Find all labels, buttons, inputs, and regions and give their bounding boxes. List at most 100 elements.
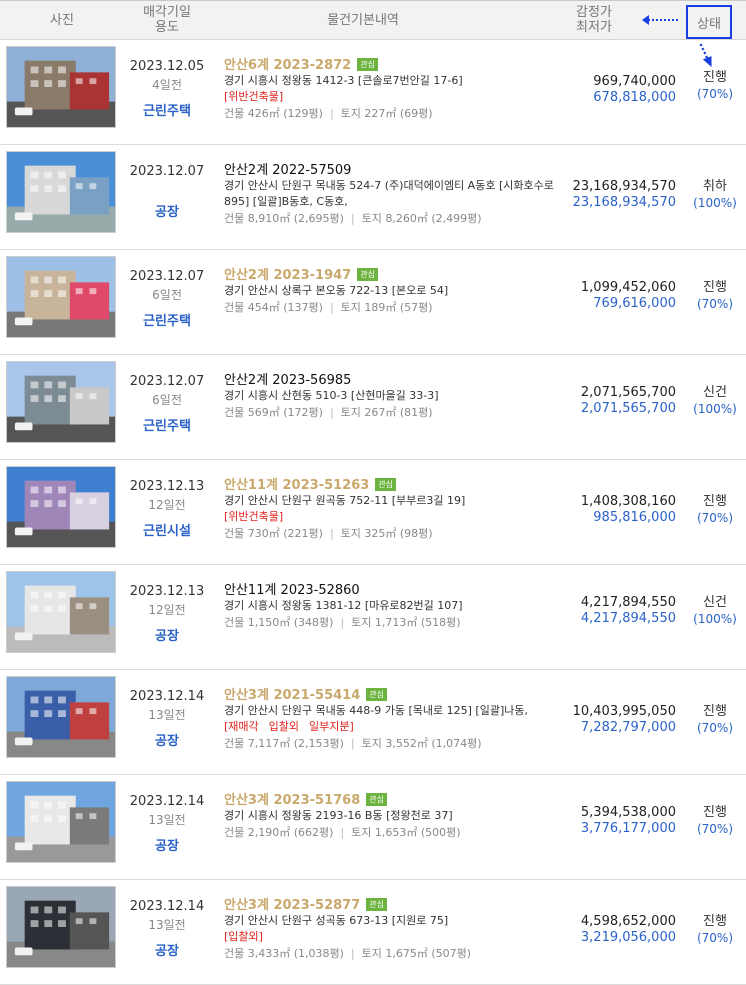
appraisal-price: 1,099,452,060 — [580, 280, 676, 295]
status-block: 진행 (70%) — [686, 805, 744, 837]
land-area: 토지 267㎡ (81평) — [340, 406, 433, 419]
status-percent: (70%) — [696, 931, 734, 945]
case-number-link[interactable]: 안산2계 2023-1947 — [224, 268, 351, 283]
table-header: 사진 매각기일 용도 물건기본내역 감정가 최저가 상태 — [0, 0, 746, 40]
property-photo[interactable] — [6, 256, 116, 338]
header-date-use: 매각기일 용도 — [124, 5, 210, 35]
property-photo[interactable] — [6, 151, 116, 233]
divider: | — [329, 527, 334, 540]
auction-row[interactable]: 2023.12.05 4일전 근린주택 안산6계 2023-2872 관심 경기 … — [0, 40, 746, 145]
auction-row[interactable]: 2023.12.14 13일전 공장 안산3계 2023-51768 관심 경기 … — [0, 775, 746, 880]
address-line: 경기 안산시 단원구 목내동 524-7 (주)대덕에이엠티 A동호 [시화호수… — [224, 179, 554, 192]
property-desc: 안산11계 2023-51263 관심 경기 안산시 단원구 원곡동 752-11… — [224, 474, 569, 543]
days-ago: 4일전 — [152, 78, 182, 92]
property-photo[interactable] — [6, 886, 116, 968]
auction-row[interactable]: 2023.12.13 12일전 근린시설 안산11계 2023-51263 관심 … — [0, 460, 746, 565]
property-use: 공장 — [155, 629, 179, 644]
property-photo[interactable] — [6, 571, 116, 653]
address: 경기 시흥시 산현동 510-3 [산현마을길 33-3] — [224, 388, 569, 404]
divider: | — [350, 212, 355, 225]
property-photo[interactable] — [6, 361, 116, 443]
minimum-price: 3,219,056,000 — [580, 930, 676, 945]
divider: | — [350, 947, 355, 960]
auction-row[interactable]: 2023.12.07 공장 안산2계 2022-57509 경기 안산시 단원구… — [0, 145, 746, 250]
status-percent: (100%) — [693, 402, 737, 416]
price-block: 4,217,894,550 4,217,894,550 — [581, 595, 676, 627]
appraisal-price: 4,598,652,000 — [580, 914, 676, 929]
warning-tag: [위반건축물] — [224, 90, 284, 103]
address-line: 경기 안산시 상록구 본오동 722-13 [본오로 54] — [224, 284, 449, 297]
area-info: 건물 3,433㎡ (1,038평) | 토지 1,675㎡ (507평) — [224, 945, 569, 963]
property-use: 공장 — [155, 734, 179, 749]
warning-tag: 일부지분] — [309, 720, 354, 733]
auction-row[interactable]: 2023.12.14 13일전 공장 안산3계 2021-55414 관심 경기 … — [0, 670, 746, 775]
header-status-highlight[interactable]: 상태 — [686, 5, 732, 39]
appraisal-price: 969,740,000 — [593, 74, 676, 89]
minimum-price: 23,168,934,570 — [572, 195, 676, 210]
status-label: 진행 — [703, 704, 727, 719]
land-area: 토지 227㎡ (69평) — [340, 107, 433, 120]
status-block: 신건 (100%) — [686, 385, 744, 417]
price-block: 10,403,995,050 7,282,797,000 — [573, 704, 676, 736]
property-photo[interactable] — [6, 46, 116, 128]
status-block: 진행 (70%) — [686, 494, 744, 526]
auction-list: 2023.12.05 4일전 근린주택 안산6계 2023-2872 관심 경기 … — [0, 40, 746, 985]
days-ago: 12일전 — [148, 498, 186, 512]
property-photo[interactable] — [6, 676, 116, 758]
warning-tags: [재매각 입찰외 일부지분] — [224, 719, 569, 735]
building-area: 건물 730㎡ (221평) — [224, 527, 323, 540]
interest-badge: 관심 — [375, 478, 397, 491]
auction-row[interactable]: 2023.12.07 6일전 근린주택 안산2계 2023-1947 관심 경기 … — [0, 250, 746, 355]
case-number-link[interactable]: 안산11계 2023-51263 — [224, 478, 369, 493]
photo-image — [7, 677, 115, 757]
address: 경기 안산시 단원구 목내동 448-9 가동 [목내로 125] [일괄]나동… — [224, 703, 569, 719]
warning-tags: [위반건축물] — [224, 89, 569, 105]
status-label: 신건 — [703, 595, 727, 610]
property-desc: 안산3계 2021-55414 관심 경기 안산시 단원구 목내동 448-9 가… — [224, 684, 569, 753]
warning-tag: 입찰외 — [268, 720, 300, 733]
photo-image — [7, 887, 115, 967]
minimum-price: 678,818,000 — [593, 90, 676, 105]
price-block: 23,168,934,570 23,168,934,570 — [573, 179, 676, 211]
building-area: 건물 8,910㎡ (2,695평) — [224, 212, 344, 225]
header-appraisal-label: 감정가 — [576, 5, 612, 20]
auction-row[interactable]: 2023.12.13 12일전 공장 안산11계 2023-52860 경기 시… — [0, 565, 746, 670]
days-ago: 13일전 — [148, 708, 186, 722]
status-percent: (70%) — [696, 721, 734, 735]
property-desc: 안산3계 2023-52877 관심 경기 안산시 단원구 성곡동 673-13 … — [224, 894, 569, 963]
case-number-link[interactable]: 안산3계 2023-52877 — [224, 898, 360, 913]
case-number-link[interactable]: 안산2계 2023-56985 — [224, 373, 351, 388]
case-number-link[interactable]: 안산3계 2023-51768 — [224, 793, 360, 808]
photo-image — [7, 152, 115, 232]
photo-image — [7, 362, 115, 442]
auction-row[interactable]: 2023.12.14 13일전 공장 안산3계 2023-52877 관심 경기 … — [0, 880, 746, 985]
status-label: 진행 — [703, 805, 727, 820]
auction-row[interactable]: 2023.12.07 6일전 근린주택 안산2계 2023-56985 경기 시… — [0, 355, 746, 460]
address-line: 경기 안산시 단원구 성곡동 673-13 [지원로 75] — [224, 914, 449, 927]
price-block: 2,071,565,700 2,071,565,700 — [581, 385, 676, 417]
case-number-link[interactable]: 안산2계 2022-57509 — [224, 163, 351, 178]
property-photo[interactable] — [6, 466, 116, 548]
sale-date: 2023.12.07 — [129, 374, 205, 389]
property-photo[interactable] — [6, 781, 116, 863]
address: 경기 안산시 상록구 본오동 722-13 [본오로 54] — [224, 283, 569, 299]
appraisal-price: 10,403,995,050 — [572, 704, 676, 719]
warning-tags: [위반건축물] — [224, 509, 569, 525]
status-percent: (70%) — [696, 822, 734, 836]
land-area: 토지 325㎡ (98평) — [340, 527, 433, 540]
sale-date: 2023.12.07 — [129, 269, 205, 284]
interest-badge: 관심 — [357, 58, 378, 71]
status-label: 진행 — [703, 914, 727, 929]
sale-date: 2023.12.14 — [129, 689, 205, 704]
area-info: 건물 730㎡ (221평) | 토지 325㎡ (98평) — [224, 525, 569, 543]
case-number-link[interactable]: 안산6계 2023-2872 — [224, 58, 351, 73]
case-number-link[interactable]: 안산11계 2023-52860 — [224, 583, 360, 598]
header-price[interactable]: 감정가 최저가 — [516, 5, 660, 35]
photo-image — [7, 572, 115, 652]
area-info: 건물 569㎡ (172평) | 토지 267㎡ (81평) — [224, 404, 569, 422]
property-desc: 안산11계 2023-52860 경기 시흥시 정왕동 1381-12 [마유로… — [224, 579, 569, 632]
case-number-link[interactable]: 안산3계 2021-55414 — [224, 688, 360, 703]
property-desc: 안산2계 2022-57509 경기 안산시 단원구 목내동 524-7 (주)… — [224, 159, 569, 228]
status-label: 진행 — [703, 70, 727, 85]
property-use: 공장 — [155, 944, 179, 959]
